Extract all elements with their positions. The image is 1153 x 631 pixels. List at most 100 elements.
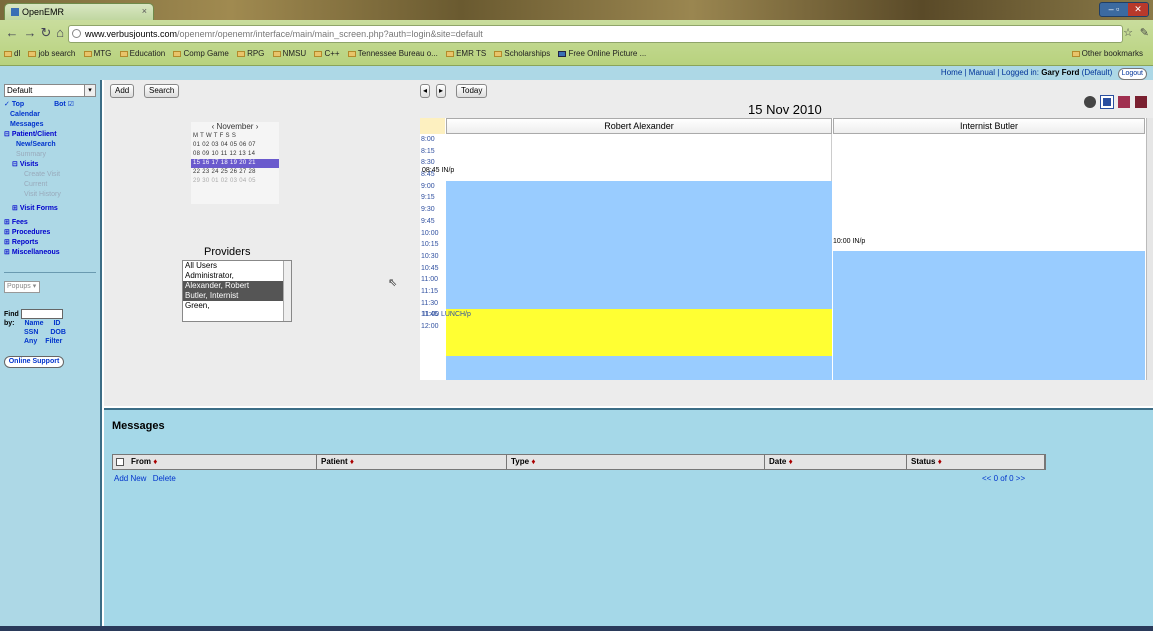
- bookmark-item[interactable]: EMR TS: [446, 49, 486, 58]
- back-icon[interactable]: ←: [4, 25, 20, 40]
- page-info-icon[interactable]: [72, 29, 81, 38]
- nav-visit-history[interactable]: Visit History: [4, 190, 96, 200]
- delete-link[interactable]: Delete: [153, 474, 176, 483]
- providers-scrollbar[interactable]: [283, 261, 291, 321]
- nav-patient-client[interactable]: ⊟ Patient/Client: [4, 130, 96, 140]
- providers-title: Providers: [204, 246, 251, 258]
- nav-procedures[interactable]: ⊞ Procedures: [4, 228, 96, 238]
- event-label[interactable]: 11:00 LUNCH/p: [422, 311, 471, 318]
- schedule-scrollbar[interactable]: [1146, 118, 1153, 380]
- top-radio[interactable]: ✓ Top: [4, 101, 24, 108]
- add-new-link[interactable]: Add New: [114, 474, 146, 483]
- window-close-icon[interactable]: ✕: [1128, 3, 1148, 16]
- provider-option[interactable]: All Users: [183, 261, 291, 271]
- find-by-ssn[interactable]: SSN: [24, 329, 38, 336]
- find-input[interactable]: [20, 309, 63, 319]
- bookmark-item[interactable]: job search: [28, 49, 75, 58]
- lunch-slot[interactable]: [446, 309, 832, 356]
- event-label[interactable]: 08:45 IN/p: [422, 167, 454, 174]
- provider-option-selected[interactable]: Alexander, Robert: [183, 281, 291, 291]
- column-header-status[interactable]: Status ♦: [907, 455, 1045, 469]
- bot-radio[interactable]: Bot ☑: [54, 101, 74, 108]
- mini-next-icon[interactable]: ›: [256, 122, 259, 131]
- nav-fees[interactable]: ⊞ Fees: [4, 218, 96, 228]
- today-button[interactable]: Today: [456, 84, 488, 98]
- day-view-icon[interactable]: [1099, 95, 1114, 110]
- nav-create-visit[interactable]: Create Visit: [4, 170, 96, 180]
- find-by-filter[interactable]: Filter: [45, 338, 62, 345]
- home-link[interactable]: Home: [941, 68, 962, 77]
- provider-option[interactable]: Administrator,: [183, 271, 291, 281]
- column-header-type[interactable]: Type ♦: [507, 455, 765, 469]
- add-button[interactable]: Add: [110, 84, 135, 98]
- nav-calendar[interactable]: Calendar: [4, 110, 96, 120]
- url-host: www.verbusjounts.com: [85, 29, 178, 39]
- messages-pager[interactable]: << 0 of 0 >>: [982, 474, 1025, 483]
- open-slot[interactable]: [446, 134, 832, 181]
- address-bar[interactable]: www.verbusjounts.com/openemr/openemr/int…: [68, 25, 1123, 43]
- bookmark-item[interactable]: Education: [119, 49, 165, 58]
- appointment-slot[interactable]: [446, 356, 832, 380]
- mini-week-current[interactable]: 15 16 17 18 19 20 21: [191, 159, 279, 168]
- browser-tab[interactable]: OpenEMR ×: [4, 3, 154, 20]
- window-controls[interactable]: – ▫ ✕: [1099, 2, 1149, 17]
- bookmark-item[interactable]: Scholarships: [494, 49, 550, 58]
- mini-week[interactable]: 08 09 10 11 12 13 14: [191, 150, 279, 159]
- find-by-dob[interactable]: DOB: [50, 329, 66, 336]
- wrench-icon[interactable]: ✎: [1140, 26, 1149, 39]
- nav-summary[interactable]: Summary: [4, 150, 96, 160]
- select-all-checkbox[interactable]: [116, 458, 124, 466]
- forward-icon[interactable]: →: [22, 25, 38, 40]
- find-by-id[interactable]: ID: [53, 320, 60, 327]
- column-header-from[interactable]: From ♦: [127, 455, 317, 469]
- nav-messages[interactable]: Messages: [4, 120, 96, 130]
- tab-close-icon[interactable]: ×: [142, 6, 147, 16]
- find-by-any[interactable]: Any: [24, 338, 37, 345]
- nav-visit-forms[interactable]: ⊞ Visit Forms: [4, 204, 96, 214]
- bookmark-item[interactable]: Tennessee Bureau o...: [347, 49, 438, 58]
- column-header-date[interactable]: Date ♦: [765, 455, 907, 469]
- logout-button[interactable]: Logout: [1117, 68, 1147, 80]
- prev-day-icon[interactable]: ◂: [420, 84, 431, 98]
- manual-link[interactable]: Manual: [969, 68, 995, 77]
- mini-week[interactable]: 01 02 03 04 05 06 07: [191, 141, 279, 150]
- bookmark-item[interactable]: NMSU: [272, 49, 306, 58]
- month-view-icon[interactable]: [1135, 96, 1147, 109]
- nav-mode-select[interactable]: Default ▾: [4, 84, 96, 97]
- mini-week[interactable]: 22 23 24 25 26 27 28: [191, 168, 279, 177]
- mini-prev-icon[interactable]: ‹: [212, 122, 215, 131]
- bookmark-star-icon[interactable]: ☆: [1123, 26, 1133, 39]
- event-label[interactable]: 10:00 IN/p: [833, 238, 865, 245]
- nav-miscellaneous[interactable]: ⊞ Miscellaneous: [4, 248, 96, 258]
- print-icon[interactable]: [1083, 96, 1096, 109]
- nav-new-search[interactable]: New/Search: [4, 140, 96, 150]
- home-icon[interactable]: ⌂: [52, 25, 68, 40]
- search-button[interactable]: Search: [144, 84, 180, 98]
- mini-week[interactable]: 29 30 01 02 03 04 05: [191, 177, 279, 186]
- week-view-icon[interactable]: [1117, 96, 1130, 109]
- bookmark-item[interactable]: Free Online Picture ...: [558, 49, 646, 58]
- provider-option-selected[interactable]: Butler, Internist: [183, 291, 291, 301]
- appointment-slot[interactable]: [833, 251, 1145, 380]
- popups-select[interactable]: Popups ▾: [4, 281, 40, 293]
- find-by-name[interactable]: Name: [24, 320, 43, 327]
- providers-list[interactable]: All Users Administrator, Alexander, Robe…: [182, 260, 292, 322]
- bookmark-item[interactable]: C++: [314, 49, 340, 58]
- next-day-icon[interactable]: ▸: [436, 84, 447, 98]
- folder-icon: [494, 51, 503, 57]
- appointment-slot[interactable]: [446, 181, 832, 309]
- provider-option[interactable]: Green,: [183, 301, 291, 311]
- bookmark-item[interactable]: RPG: [237, 49, 264, 58]
- column-header-patient[interactable]: Patient ♦: [317, 455, 507, 469]
- bookmark-item[interactable]: Comp Game: [173, 49, 229, 58]
- bookmark-item[interactable]: MTG: [83, 49, 111, 58]
- nav-visits[interactable]: ⊟ Visits: [4, 160, 96, 170]
- bookmark-item[interactable]: dl: [4, 49, 20, 58]
- page-icon: [558, 51, 567, 57]
- other-bookmarks[interactable]: Other bookmarks: [1071, 49, 1143, 58]
- nav-reports[interactable]: ⊞ Reports: [4, 238, 96, 248]
- messages-table-header: From ♦ Patient ♦ Type ♦ Date ♦ Status ♦: [112, 454, 1046, 470]
- nav-current[interactable]: Current: [4, 180, 96, 190]
- online-support-button[interactable]: Online Support: [4, 356, 64, 368]
- open-slot[interactable]: [833, 134, 1145, 251]
